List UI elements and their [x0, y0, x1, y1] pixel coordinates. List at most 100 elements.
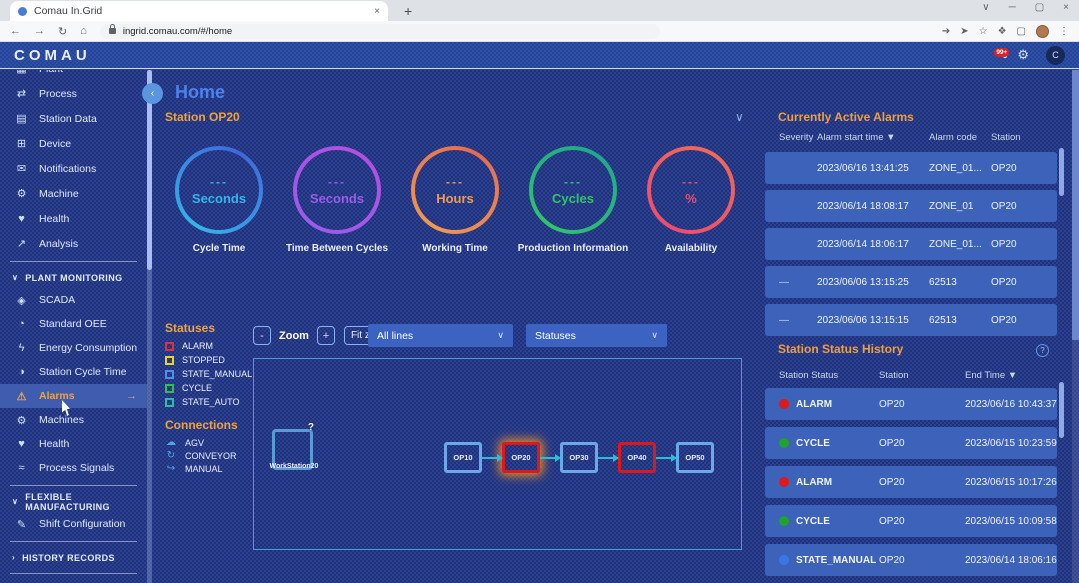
sidebar-item-machines[interactable]: ⚙ Machines: [0, 408, 147, 432]
home-icon[interactable]: ⌂: [80, 25, 87, 37]
machine-icon: ⚙: [14, 187, 29, 200]
new-tab-button[interactable]: +: [404, 3, 412, 19]
col-end-time[interactable]: End Time ▼: [965, 370, 1067, 381]
section-flexible-manufacturing[interactable]: ∨ FLEXIBLE MANUFACTURING: [0, 491, 147, 512]
gauge-ring: --- Cycles: [529, 146, 617, 234]
node-op50[interactable]: OP50: [676, 442, 714, 473]
side-panel-icon[interactable]: ▢: [1017, 26, 1026, 37]
sidebar-item-standard-oee[interactable]: ◔ Standard OEE: [0, 312, 147, 336]
notification-badge: 99+: [994, 48, 1009, 57]
history-row[interactable]: STATE_MANUAL OP20 2023/06/14 18:06:16: [765, 544, 1057, 576]
sidebar-item-analysis[interactable]: ↗ Analysis: [0, 231, 147, 256]
status-history-title: Station Status History: [778, 342, 903, 356]
line-diagram-panel[interactable]: ? WorkStation20 OP10 OP20 OP30 OP40 OP50: [253, 358, 742, 550]
sidebar-divider: [10, 573, 137, 574]
sidebar-item-process-signals[interactable]: ≈ Process Signals: [0, 456, 147, 480]
oee-clock-icon: ◔: [14, 318, 29, 330]
agv-cloud-icon: ☁: [165, 437, 177, 448]
flow-arrow: [656, 457, 676, 459]
user-avatar[interactable]: C: [1046, 46, 1065, 65]
status-dot: [779, 477, 789, 487]
sidebar-item-energy-consumption[interactable]: ϟ Energy Consumption: [0, 336, 147, 360]
tab-close-icon[interactable]: ×: [374, 6, 380, 17]
alarm-row[interactable]: — 2023/06/06 13:15:25 62513 OP20: [765, 266, 1057, 298]
conveyor-icon: ↻: [165, 450, 177, 461]
sidebar-collapse-button[interactable]: ‹: [142, 83, 163, 104]
col-severity[interactable]: Severity: [779, 132, 817, 143]
alarm-row[interactable]: 2023/06/16 13:41:25 ZONE_01... OP20: [765, 152, 1057, 184]
alarms-bell-icon: ⚠: [14, 390, 29, 403]
node-op20[interactable]: OP20: [502, 442, 540, 473]
section-troubleshooting[interactable]: › TROUBLESHOOTING: [0, 579, 147, 583]
sidebar-item-process[interactable]: ⇄ Process: [0, 81, 147, 106]
extensions-icon[interactable]: ❖: [998, 26, 1007, 37]
address-bar[interactable]: ingrid.comau.com/#/home: [100, 24, 660, 39]
alarm-row[interactable]: 2023/06/14 18:06:17 ZONE_01... OP20: [765, 228, 1057, 260]
lock-icon[interactable]: [109, 28, 116, 34]
col-alarm-code[interactable]: Alarm code: [929, 132, 991, 143]
help-icon[interactable]: ?: [1036, 344, 1049, 357]
sidebar-item-station-cycle-time[interactable]: ◑ Station Cycle Time: [0, 360, 147, 384]
back-icon[interactable]: ←: [10, 25, 21, 37]
sidebar-item-plant[interactable]: ▦ Plant: [0, 70, 147, 81]
col-station[interactable]: Station: [991, 132, 1067, 143]
browser-tab[interactable]: Comau In.Grid ×: [10, 1, 388, 21]
history-row[interactable]: ALARM OP20 2023/06/15 10:17:26: [765, 466, 1057, 498]
zoom-in-button[interactable]: +: [317, 326, 335, 345]
sidebar-item-health[interactable]: ♥ Health: [0, 206, 147, 231]
legend-state-auto: STATE_AUTO: [165, 395, 252, 409]
section-plant-monitoring[interactable]: ∨ PLANT MONITORING: [0, 267, 147, 288]
station-title: Station OP20: [165, 110, 240, 124]
section-history-records[interactable]: › HISTORY RECORDS: [0, 547, 147, 568]
history-row[interactable]: CYCLE OP20 2023/06/15 10:23:59: [765, 427, 1057, 459]
alarm-row[interactable]: — 2023/06/06 13:15:15 62513 OP20: [765, 304, 1057, 336]
col-alarm-start-time[interactable]: Alarm start time ▼: [817, 132, 929, 143]
workstation20-node[interactable]: ? WorkStation20: [272, 429, 313, 470]
page-scrollbar[interactable]: [1072, 70, 1079, 583]
sidebar-item-machine[interactable]: ⚙ Machine: [0, 181, 147, 206]
statuses-select[interactable]: Statuses ∨: [526, 324, 667, 347]
restore-icon[interactable]: ▢: [1035, 2, 1044, 13]
extension-arrow-icon[interactable]: ➔: [942, 26, 950, 37]
widget-collapse-icon[interactable]: ∨: [735, 110, 744, 124]
sidebar-item-shift-configuration[interactable]: ✎ Shift Configuration: [0, 512, 147, 536]
history-row[interactable]: ALARM OP20 2023/06/16 10:43:37: [765, 388, 1057, 420]
history-scrollbar-thumb[interactable]: [1059, 382, 1064, 438]
app-header: COMAU 99+ ⚙ C: [0, 42, 1079, 69]
gauge-cycle-time: --- Seconds Cycle Time: [163, 146, 275, 254]
minimize-icon[interactable]: ─: [1009, 2, 1016, 13]
reload-icon[interactable]: ↻: [58, 25, 67, 38]
settings-gear-icon[interactable]: ⚙: [1017, 47, 1029, 63]
history-row[interactable]: CYCLE OP20 2023/06/15 10:09:58: [765, 505, 1057, 537]
lines-select[interactable]: All lines ∨: [368, 324, 513, 347]
sidebar-item-station-data[interactable]: ▤ Station Data: [0, 106, 147, 131]
tab-search-icon[interactable]: ∨: [982, 2, 989, 13]
col-station-status[interactable]: Station Status: [779, 370, 879, 381]
node-op30[interactable]: OP30: [560, 442, 598, 473]
bookmark-star-icon[interactable]: ☆: [979, 26, 988, 37]
alarm-row[interactable]: 2023/06/14 18:08:17 ZONE_01 OP20: [765, 190, 1057, 222]
signals-icon: ≈: [14, 462, 29, 474]
zoom-label: Zoom: [279, 330, 309, 342]
scrollbar-thumb[interactable]: [1072, 70, 1079, 340]
sidebar-item-device[interactable]: ⊞ Device: [0, 131, 147, 156]
history-table-body: ALARM OP20 2023/06/16 10:43:37 CYCLE OP2…: [765, 388, 1057, 583]
sidebar-divider: [10, 541, 137, 542]
browser-menu-icon[interactable]: ⋮: [1059, 26, 1069, 37]
machines-icon: ⚙: [14, 414, 29, 427]
sidebar-item-scada[interactable]: ◈ SCADA: [0, 288, 147, 312]
browser-profile-avatar[interactable]: [1036, 25, 1049, 38]
col-station[interactable]: Station: [879, 370, 965, 381]
close-icon[interactable]: ×: [1063, 2, 1069, 13]
toolbar-icons: ➔ ➤ ☆ ❖ ▢ ⋮: [942, 25, 1069, 38]
sidebar-item-health-monitoring[interactable]: ♥ Health: [0, 432, 147, 456]
zoom-out-button[interactable]: -: [253, 326, 271, 345]
sidebar-item-alarms[interactable]: ⚠ Alarms →: [0, 384, 147, 408]
node-op40[interactable]: OP40: [618, 442, 656, 473]
forward-icon[interactable]: →: [34, 25, 45, 37]
node-op10[interactable]: OP10: [444, 442, 482, 473]
alarms-scrollbar-thumb[interactable]: [1059, 148, 1064, 196]
sidebar-item-notifications[interactable]: ✉ Notifications: [0, 156, 147, 181]
extension-share-icon[interactable]: ➤: [960, 26, 968, 37]
url-text[interactable]: ingrid.comau.com/#/home: [123, 26, 232, 37]
